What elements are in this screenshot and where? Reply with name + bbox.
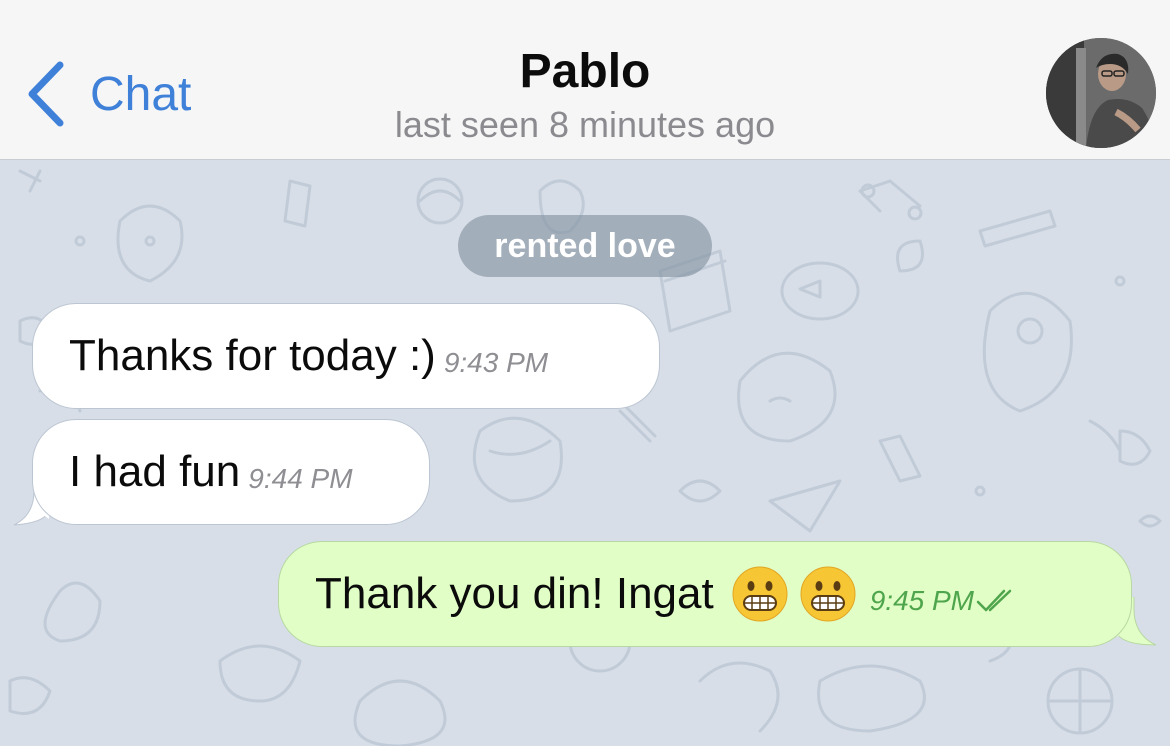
message-text: I had fun	[69, 447, 241, 496]
message-bubble-outgoing[interactable]: Thank you din! Ingat 9:45 PM	[278, 541, 1132, 647]
message-area[interactable]: rented love Thanks for today :) 9:43 PM …	[0, 161, 1170, 746]
service-message: rented love	[458, 215, 712, 277]
chat-header: Chat Pablo last seen 8 minutes ago	[0, 0, 1170, 160]
contact-status: last seen 8 minutes ago	[394, 104, 776, 145]
grimacing-face-emoji	[800, 566, 856, 622]
message-text: Thank you din! Ingat	[315, 569, 714, 618]
message-time: 9:44 PM	[248, 463, 353, 494]
message-text: Thanks for today :)	[69, 331, 436, 380]
message-time: 9:45 PM	[869, 585, 974, 616]
avatar[interactable]	[1046, 38, 1156, 148]
grimacing-face-emoji	[732, 566, 788, 622]
double-check-icon	[976, 589, 1012, 612]
contact-name[interactable]: Pablo	[0, 44, 1170, 99]
message-time: 9:43 PM	[443, 347, 549, 378]
message-bubble-incoming[interactable]: Thanks for today :) 9:43 PM	[32, 303, 660, 409]
message-bubble-incoming[interactable]: I had fun 9:44 PM	[32, 419, 430, 525]
